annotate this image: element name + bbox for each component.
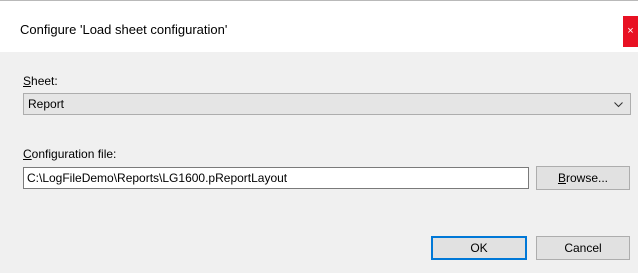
- sheet-label-text: heet:: [31, 74, 58, 88]
- sheet-label: Sheet:: [23, 74, 58, 88]
- configure-dialog: Configure 'Load sheet configuration' × S…: [0, 0, 638, 273]
- cancel-button[interactable]: Cancel: [536, 236, 630, 260]
- browse-mnemonic: B: [557, 171, 566, 185]
- title-bar[interactable]: Configure 'Load sheet configuration': [0, 1, 638, 52]
- config-file-input[interactable]: [23, 167, 529, 189]
- browse-label: rowse...: [566, 171, 609, 185]
- sheet-label-mnemonic: S: [23, 74, 32, 88]
- sheet-dropdown[interactable]: Report: [23, 93, 631, 115]
- close-icon: ×: [627, 25, 634, 37]
- close-button[interactable]: ×: [623, 16, 638, 47]
- dialog-title: Configure 'Load sheet configuration': [20, 22, 228, 37]
- config-file-label-text: onfiguration file:: [31, 147, 117, 161]
- config-file-label-mnemonic: C: [23, 147, 32, 161]
- sheet-selected-value: Report: [28, 97, 65, 111]
- config-file-label: Configuration file:: [23, 147, 116, 161]
- chevron-down-icon: [614, 102, 623, 108]
- ok-button[interactable]: OK: [431, 236, 527, 260]
- browse-button[interactable]: Browse...: [536, 166, 630, 190]
